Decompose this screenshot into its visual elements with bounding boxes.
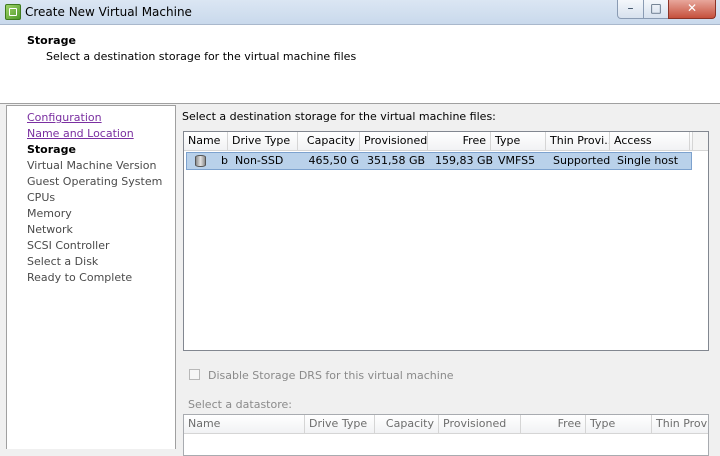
step-guest-operating-system: Guest Operating System — [27, 175, 163, 188]
table-header: Name Drive Type Capacity Provisioned Fre… — [184, 132, 708, 151]
column-header-drive-type[interactable]: Drive Type — [228, 132, 298, 150]
close-button[interactable]: ✕ — [668, 0, 716, 19]
datastore-icon — [195, 155, 206, 167]
minimize-button[interactable]: – — [617, 0, 644, 19]
step-ready-to-complete: Ready to Complete — [27, 271, 133, 284]
column-header-type: Type — [586, 415, 652, 433]
vm-app-icon — [5, 4, 21, 20]
maximize-button[interactable]: □ — [643, 0, 669, 19]
step-cpus: CPUs — [27, 191, 56, 204]
disable-storage-drs-checkbox[interactable] — [189, 369, 200, 380]
cell-name: b — [221, 154, 228, 167]
table-row[interactable]: b Non-SSD 465,50 G 351,58 GB 159,83 GB V… — [186, 152, 692, 170]
cell-drive-type: Non-SSD — [235, 154, 284, 167]
step-scsi-controller: SCSI Controller — [27, 239, 110, 252]
table-header: Name Drive Type Capacity Provisioned Fre… — [184, 415, 708, 434]
title-bar: Create New Virtual Machine – □ ✕ — [0, 0, 720, 25]
column-header-free: Free — [521, 415, 586, 433]
column-header-thin-provisioning[interactable]: Thin Provi... — [546, 132, 610, 150]
step-network: Network — [27, 223, 73, 236]
wizard-header: Storage Select a destination storage for… — [0, 25, 720, 104]
storage-instruction: Select a destination storage for the vir… — [182, 110, 496, 123]
select-datastore-label: Select a datastore: — [188, 398, 292, 411]
step-configuration[interactable]: Configuration — [27, 111, 102, 125]
column-header-name[interactable]: Name — [184, 132, 228, 150]
cell-free: 159,83 GB — [435, 154, 494, 167]
column-header-free[interactable]: Free — [428, 132, 491, 150]
page-title: Storage — [27, 34, 76, 47]
cell-thin-provisioning: Supported — [553, 154, 611, 167]
disable-storage-drs-label: Disable Storage DRS for this virtual mac… — [208, 369, 454, 382]
step-name-and-location[interactable]: Name and Location — [27, 127, 134, 141]
cell-capacity: 465,50 G — [308, 154, 359, 167]
select-datastore-table: Name Drive Type Capacity Provisioned Fre… — [183, 414, 709, 456]
column-header-provisioned[interactable]: Provisioned — [360, 132, 428, 150]
window-title: Create New Virtual Machine — [25, 5, 192, 19]
wizard-steps-panel: Configuration Name and Location Storage … — [6, 105, 176, 449]
step-memory: Memory — [27, 207, 72, 220]
column-header-capacity[interactable]: Capacity — [298, 132, 360, 150]
page-subtitle: Select a destination storage for the vir… — [46, 50, 357, 63]
column-header-access[interactable]: Access — [610, 132, 690, 150]
column-header-provisioned: Provisioned — [439, 415, 521, 433]
step-select-a-disk: Select a Disk — [27, 255, 99, 268]
cell-provisioned: 351,58 GB — [367, 154, 426, 167]
column-header-thin-provisioning: Thin Provi — [656, 417, 708, 430]
column-header-name: Name — [184, 415, 305, 433]
column-header-drive-type: Drive Type — [305, 415, 375, 433]
datastore-table: Name Drive Type Capacity Provisioned Fre… — [183, 131, 709, 351]
column-header-type[interactable]: Type — [491, 132, 546, 150]
cell-access: Single host — [617, 154, 679, 167]
header-scroll-stub — [692, 132, 708, 150]
cell-type: VMFS5 — [498, 154, 536, 167]
column-header-capacity: Capacity — [375, 415, 439, 433]
step-storage: Storage — [27, 143, 76, 156]
step-virtual-machine-version: Virtual Machine Version — [27, 159, 157, 172]
